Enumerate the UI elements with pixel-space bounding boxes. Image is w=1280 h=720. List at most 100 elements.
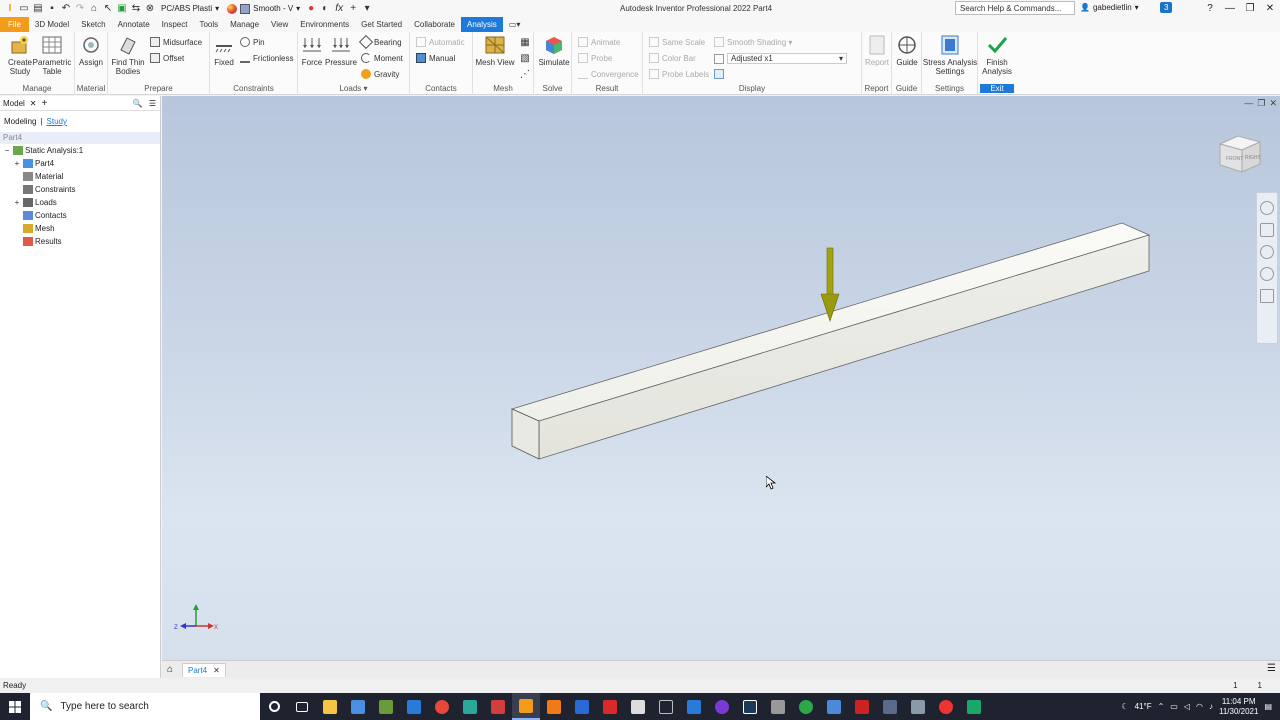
undo-icon[interactable]: ↶ [60, 3, 72, 15]
pan-icon[interactable] [1260, 223, 1274, 237]
3d-app-icon[interactable] [456, 693, 484, 720]
taskbar-search[interactable]: 🔍 Type here to search [30, 693, 260, 720]
automatic-contacts-button[interactable]: Automatic [416, 37, 465, 47]
help-icon[interactable]: ? [1200, 0, 1220, 17]
study-mode-link[interactable]: Study [47, 117, 67, 126]
smooth-shading-dropdown[interactable]: Smooth Shading ▾ [714, 37, 792, 47]
appearance-dropdown[interactable]: Smooth - V ▾ [224, 3, 303, 14]
obs-icon[interactable] [708, 693, 736, 720]
gravity-load-button[interactable]: Gravity [361, 69, 399, 79]
steering-wheel-icon[interactable] [1260, 201, 1274, 215]
tab-tools[interactable]: Tools [193, 17, 224, 32]
open-icon[interactable]: ▤ [32, 3, 44, 15]
fx-icon[interactable]: fx [333, 3, 345, 15]
zoom-icon[interactable] [1260, 245, 1274, 259]
assign-material-button[interactable]: Assign [71, 34, 111, 67]
inventor-taskbar-icon[interactable] [512, 693, 540, 720]
tab-3d-model[interactable]: 3D Model [29, 17, 75, 32]
material-dropdown[interactable]: PC/ABS Plasti ▾ [158, 4, 222, 13]
phone-icon[interactable] [876, 693, 904, 720]
adjust-icon[interactable]: ◐ [319, 3, 331, 15]
update-icon[interactable]: ▣ [116, 3, 128, 15]
tab-annotate[interactable]: Annotate [112, 17, 156, 32]
tree-item[interactable]: Mesh [0, 222, 160, 235]
expand-toggle-icon[interactable]: − [3, 144, 11, 157]
vs-code-icon[interactable] [680, 693, 708, 720]
screen-icon[interactable] [904, 693, 932, 720]
tab-sketch[interactable]: Sketch [75, 17, 111, 32]
home-icon[interactable]: ⌂ [88, 3, 100, 15]
pdf-icon[interactable] [596, 693, 624, 720]
volume-icon[interactable]: ◁ [1184, 702, 1190, 711]
menu-icon[interactable]: ☰ [149, 99, 156, 108]
chevron-up-icon[interactable]: ⌃ [1158, 702, 1165, 711]
tree-item[interactable]: + Loads [0, 196, 160, 209]
xbox-icon[interactable] [792, 693, 820, 720]
cortana-icon[interactable] [260, 693, 288, 720]
network-icon[interactable]: ▭ [1170, 702, 1178, 711]
color-override-icon[interactable]: ● [305, 3, 317, 15]
expand-toggle-icon[interactable]: + [13, 157, 21, 170]
fixed-constraint-button[interactable]: Fixed [204, 34, 244, 67]
viewcube[interactable]: FRONT RIGHT [1214, 130, 1268, 182]
convergence-button[interactable]: Convergence [578, 69, 639, 79]
tab-analysis[interactable]: Analysis [461, 17, 503, 32]
tab-file[interactable]: File [0, 17, 29, 32]
notification-center-icon[interactable]: ▤ [1264, 702, 1272, 711]
task-view-icon[interactable] [288, 693, 316, 720]
bearing-load-button[interactable]: Bearing [358, 34, 402, 50]
wifi-icon[interactable]: ◠ [1196, 702, 1203, 711]
tab-view[interactable]: View [265, 17, 294, 32]
look-at-icon[interactable] [1260, 289, 1274, 303]
select-icon[interactable]: ↖ [102, 3, 114, 15]
tab-get-started[interactable]: Get Started [355, 17, 408, 32]
color-bar-button[interactable]: Color Bar [649, 53, 696, 63]
close-button[interactable]: ✕ [1260, 0, 1280, 17]
measure-icon[interactable]: ⇆ [130, 3, 142, 15]
pin-constraint-button[interactable]: Pin [240, 37, 265, 47]
new-icon[interactable]: ▭ [18, 3, 30, 15]
same-scale-button[interactable]: Same Scale [649, 37, 705, 47]
maximize-button[interactable]: ❐ [1240, 0, 1260, 17]
paint-icon[interactable] [820, 693, 848, 720]
tree-item[interactable]: Material [0, 170, 160, 183]
animate-button[interactable]: Animate [578, 37, 620, 47]
weather-temp[interactable]: 41°F [1135, 702, 1152, 711]
panel-title-loads[interactable]: Loads ▾ [298, 84, 409, 93]
redo-icon[interactable]: ↷ [74, 3, 86, 15]
start-button[interactable] [0, 693, 30, 720]
save-icon[interactable]: ▪ [46, 3, 58, 15]
tab-environments[interactable]: Environments [294, 17, 355, 32]
tab-inspect[interactable]: Inspect [156, 17, 194, 32]
tree-item[interactable]: Constraints [0, 183, 160, 196]
tab-manage[interactable]: Manage [224, 17, 265, 32]
red-app-icon[interactable] [848, 693, 876, 720]
weather-icon[interactable]: ☾ [1121, 702, 1128, 711]
add-icon[interactable]: + [347, 3, 359, 15]
minecraft-icon[interactable] [372, 693, 400, 720]
camera-icon[interactable] [960, 693, 988, 720]
offset-button[interactable]: Offset [150, 53, 184, 63]
user-account[interactable]: 👤 gabedietlin ▾ [1080, 3, 1139, 12]
convergence-settings-icon[interactable]: ⋰ [519, 68, 531, 80]
search-icon[interactable]: 🔍 [133, 99, 143, 108]
tree-root[interactable]: Part4 [0, 132, 160, 144]
fusion-icon[interactable] [540, 693, 568, 720]
tab-model[interactable]: Model [3, 99, 25, 108]
moment-load-button[interactable]: Moment [361, 53, 403, 63]
stress-analysis-settings-button[interactable]: Stress Analysis Settings [922, 34, 978, 76]
material-guide-icon[interactable]: ⊗ [144, 3, 156, 15]
modeling-mode-link[interactable]: Modeling [4, 117, 36, 126]
clock[interactable]: 11:04 PM 11/30/2021 [1219, 697, 1258, 717]
document-tab-part4[interactable]: Part4 ✕ [182, 662, 226, 677]
tree-item[interactable]: + Part4 [0, 157, 160, 170]
document-icon[interactable] [624, 693, 652, 720]
mail-icon[interactable] [400, 693, 428, 720]
app-blue-icon[interactable] [568, 693, 596, 720]
mesh-settings-icon[interactable]: ▦ [519, 36, 531, 48]
tab-overflow-icon[interactable]: ▭▾ [503, 17, 527, 32]
expand-toggle-icon[interactable]: + [13, 196, 21, 209]
probe-labels-button[interactable]: Probe Labels [649, 69, 725, 79]
manual-contacts-button[interactable]: Manual [416, 53, 455, 63]
customize-icon[interactable]: ▾ [361, 3, 373, 15]
